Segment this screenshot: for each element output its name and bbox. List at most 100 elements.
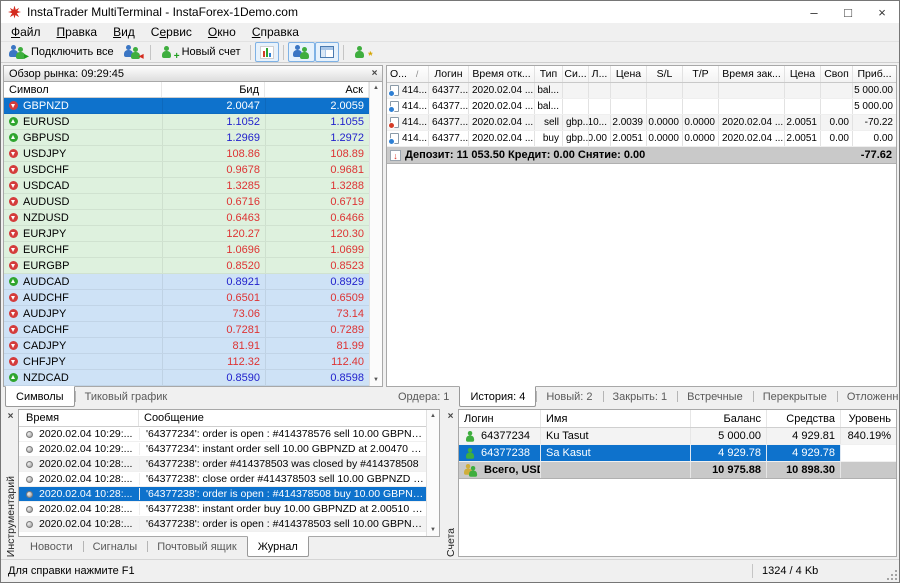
journal-row[interactable]: 2020.02.04 10:28:...'64377238': order is… (19, 487, 439, 502)
account-row-64377238[interactable]: 64377238Sa Kasut4 929.784 929.78 (459, 445, 896, 462)
market-watch-close-icon[interactable]: × (368, 67, 381, 80)
terminal-tab-mailbox[interactable]: Почтовый ящик (147, 537, 246, 557)
accounts-col-3[interactable]: Средства (767, 410, 841, 427)
market-row-NZDUSD[interactable]: NZDUSD0.64630.6466 (4, 210, 382, 226)
orders-col-0[interactable]: О.../ (387, 66, 429, 82)
scroll-down-icon[interactable]: ▼ (430, 527, 436, 533)
market-row-USDCHF[interactable]: USDCHF0.96780.9681 (4, 162, 382, 178)
close-button[interactable]: × (865, 1, 899, 23)
order-row[interactable]: 414...64377...2020.02.04 ...bal...5 000.… (387, 83, 896, 99)
order-row[interactable]: 414...64377...2020.02.04 ...buygbp...0.0… (387, 131, 896, 147)
orders-col-1[interactable]: Логин (429, 66, 469, 82)
orders-tab-overlapped[interactable]: Перекрытые (753, 387, 837, 407)
deposit-icon (390, 150, 401, 161)
menu-window[interactable]: Окно (200, 24, 244, 40)
titlebar[interactable]: InstaTrader MultiTerminal - InstaForex-1… (1, 1, 899, 23)
account-row-64377234[interactable]: 64377234Ku Tasut5 000.004 929.81840.19% (459, 428, 896, 445)
market-tab-tick-chart[interactable]: Тиковый график (75, 387, 178, 407)
orders-tab-close[interactable]: Закрыть: 1 (603, 387, 678, 407)
market-watch-scrollbar[interactable]: ▲ ▼ (369, 82, 382, 386)
scroll-up-icon[interactable]: ▲ (373, 85, 379, 91)
orders-col-6[interactable]: Цена (611, 66, 647, 82)
market-watch-header[interactable]: Обзор рынка: 09:29:45 × (3, 65, 383, 82)
menu-help[interactable]: Справка (244, 24, 307, 40)
accounts-col-0[interactable]: Логин (459, 410, 541, 427)
orders-tab-history[interactable]: История: 4 (459, 386, 536, 407)
terminal-tab-journal[interactable]: Журнал (247, 536, 309, 557)
toggle-accounts-button[interactable] (288, 42, 315, 62)
journal-row[interactable]: 2020.02.04 10:28:...'64377238': close or… (19, 472, 439, 487)
orders-tab-new[interactable]: Новый: 2 (536, 387, 602, 407)
resize-grip[interactable] (895, 578, 897, 580)
journal-row[interactable]: 2020.02.04 10:28:...'64377238': order #4… (19, 457, 439, 472)
deposit-summary-row[interactable]: Депозит: 11 053.50 Кредит: 0.00 Снятие: … (387, 147, 896, 164)
orders-col-10[interactable]: Цена (785, 66, 821, 82)
col-ask[interactable]: Аск (265, 82, 369, 97)
order-row[interactable]: 414...64377...2020.02.04 ...bal...5 000.… (387, 99, 896, 115)
col-symbol[interactable]: Символ (4, 82, 162, 97)
orders-col-4[interactable]: Си... (563, 66, 589, 82)
toggle-terminal-button[interactable] (315, 42, 339, 62)
market-row-EURCHF[interactable]: EURCHF1.06961.0699 (4, 242, 382, 258)
market-row-GBPNZD[interactable]: GBPNZD2.00472.0059 (4, 98, 382, 114)
market-row-USDJPY[interactable]: USDJPY108.86108.89 (4, 146, 382, 162)
market-row-CADJPY[interactable]: CADJPY81.9181.99 (4, 338, 382, 354)
toggle-market-watch-button[interactable] (255, 42, 279, 62)
connect-all-button[interactable]: ▸ Подключить все (4, 42, 119, 62)
journal-scrollbar[interactable]: ▲ ▼ (426, 410, 439, 536)
market-row-CHFJPY[interactable]: CHFJPY112.32112.40 (4, 354, 382, 370)
orders-tab-pending[interactable]: Отложенный: 1 (837, 387, 900, 407)
terminal-close-icon[interactable]: × (4, 410, 17, 423)
market-row-AUDCHF[interactable]: AUDCHF0.65010.6509 (4, 290, 382, 306)
market-row-AUDCAD[interactable]: AUDCAD0.89210.8929 (4, 274, 382, 290)
accounts-col-4[interactable]: Уровень (841, 410, 896, 427)
menu-service[interactable]: Сервис (143, 24, 200, 40)
accounts-close-icon[interactable]: × (444, 410, 457, 423)
market-row-AUDJPY[interactable]: AUDJPY73.0673.14 (4, 306, 382, 322)
orders-col-5[interactable]: Л... (589, 66, 611, 82)
market-row-EURGBP[interactable]: EURGBP0.85200.8523 (4, 258, 382, 274)
journal-col-time[interactable]: Время (19, 410, 139, 426)
market-row-USDCAD[interactable]: USDCAD1.32851.3288 (4, 178, 382, 194)
orders-col-9[interactable]: Время зак... (719, 66, 785, 82)
order-sl-cell: 0.0000 (647, 115, 683, 130)
accounts-col-2[interactable]: Баланс (691, 410, 767, 427)
new-account-button[interactable]: + Новый счет (155, 42, 246, 62)
journal-row[interactable]: 2020.02.04 10:29:...'64377234': instant … (19, 442, 439, 457)
order-row[interactable]: 414...64377...2020.02.04 ...sellgbp...10… (387, 115, 896, 131)
orders-tab-counter[interactable]: Встречные (677, 387, 753, 407)
orders-col-11[interactable]: Своп (821, 66, 853, 82)
maximize-button[interactable]: □ (831, 1, 865, 23)
market-row-GBPUSD[interactable]: GBPUSD1.29691.2972 (4, 130, 382, 146)
menu-edit[interactable]: Правка (49, 24, 106, 40)
menu-file[interactable]: Файл (3, 24, 49, 40)
orders-col-7[interactable]: S/L (647, 66, 683, 82)
journal-row[interactable]: 2020.02.04 10:28:...'64377238': instant … (19, 502, 439, 517)
menu-view[interactable]: Вид (105, 24, 143, 40)
journal-col-message[interactable]: Сообщение (139, 410, 425, 426)
orders-tab-orders[interactable]: Ордера: 1 (388, 387, 459, 407)
terminal-tab-signals[interactable]: Сигналы (83, 537, 148, 557)
disconnect-all-button[interactable]: ◂ (119, 42, 146, 62)
market-row-EURUSD[interactable]: EURUSD1.10521.1055 (4, 114, 382, 130)
orders-col-12[interactable]: Приб... (853, 66, 896, 82)
account-row-total[interactable]: Всего, USD10 975.8810 898.30 (459, 462, 896, 479)
scroll-down-icon[interactable]: ▼ (373, 377, 379, 383)
market-tab-symbols[interactable]: Символы (5, 386, 75, 407)
orders-col-8[interactable]: T/P (683, 66, 719, 82)
journal-row[interactable]: 2020.02.04 10:28:...'64377238': order is… (19, 517, 439, 532)
accounts-col-1[interactable]: Имя (541, 410, 691, 427)
market-row-EURJPY[interactable]: EURJPY120.27120.30 (4, 226, 382, 242)
minimize-button[interactable]: – (797, 1, 831, 23)
orders-col-3[interactable]: Тип (535, 66, 563, 82)
orders-col-2[interactable]: Время отк... (469, 66, 535, 82)
market-row-CADCHF[interactable]: CADCHF0.72810.7289 (4, 322, 382, 338)
market-row-NZDCAD[interactable]: NZDCAD0.85900.8598 (4, 370, 382, 386)
account-properties-button[interactable]: * (348, 42, 375, 62)
terminal-tab-news[interactable]: Новости (20, 537, 83, 557)
col-bid[interactable]: Бид (162, 82, 265, 97)
journal-row[interactable]: 2020.02.04 10:29:...'64377234': order is… (19, 427, 439, 442)
market-row-AUDUSD[interactable]: AUDUSD0.67160.6719 (4, 194, 382, 210)
order-close_price-cell (785, 99, 821, 114)
scroll-up-icon[interactable]: ▲ (430, 413, 436, 419)
